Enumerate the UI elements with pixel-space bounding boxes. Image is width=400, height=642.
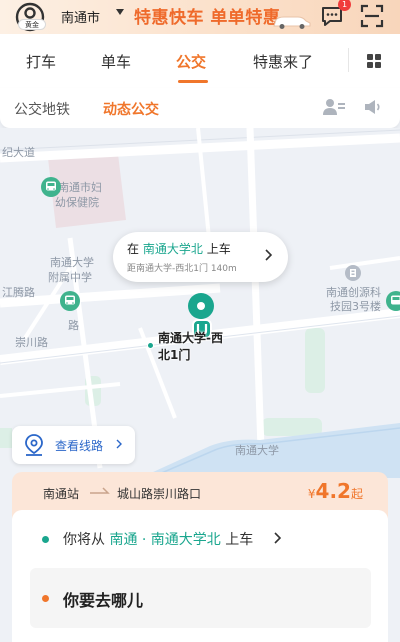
bus-stop-icon[interactable] (385, 290, 400, 312)
station-label-line1: 南通大学-西 (158, 331, 223, 345)
tab-bike[interactable]: 单车 (101, 51, 131, 72)
promo-banner-text[interactable]: 特惠快车 单单特惠 (134, 3, 280, 28)
scan-icon[interactable] (360, 4, 384, 28)
destination-placeholder: 你要去哪儿 (63, 591, 144, 610)
tab-special-offers[interactable]: 特惠来了 (253, 51, 313, 72)
pickup-station-bubble[interactable]: 在 南通大学北 上车 距南通大学-西北1门 140m (113, 232, 288, 282)
map-poi-label: 南通大学 (50, 256, 94, 269)
building-poi-icon[interactable] (344, 264, 362, 282)
speaker-icon[interactable] (364, 99, 382, 115)
tab-taxi[interactable]: 打车 (26, 51, 56, 72)
pickup-station-text: 在 南通大学北 上车 (127, 240, 231, 257)
pickup-suffix: 上车 (206, 242, 231, 256)
destination-dot (42, 595, 49, 602)
chevron-right-icon (265, 249, 272, 261)
member-level-badge: 黄金 (18, 19, 46, 30)
map-poi-label: 南通创源科 (326, 286, 381, 299)
fare-destination: 城山路崇川路口 (117, 487, 202, 501)
fare-amount: 4.2 (315, 479, 351, 503)
origin-place: 南通 · 南通大学北 (109, 532, 221, 548)
arrow-right-icon (90, 487, 110, 494)
chevron-down-icon[interactable] (116, 9, 124, 15)
chevron-right-icon (274, 532, 281, 544)
service-tab-bar: 打车 单车 公交 特惠来了 (0, 34, 400, 88)
map-poi-label: 南通市妇 (58, 181, 102, 194)
notification-badge: 1 (338, 0, 351, 11)
pickup-prefix: 在 (127, 242, 140, 256)
map-poi-label: 附属中学 (48, 271, 92, 284)
view-route-label: 查看线路 (55, 439, 104, 453)
subtab-bus-metro[interactable]: 公交地铁 (14, 99, 70, 119)
person-card-icon[interactable] (323, 98, 345, 116)
map-road-label: 江腾路 (2, 286, 35, 299)
trip-planner-card: 你将从 南通 · 南通大学北 上车 你要去哪儿 (12, 510, 388, 642)
grid-menu-icon[interactable] (367, 54, 381, 68)
top-header: 黄金 南通市 特惠快车 单单特惠 1 (0, 0, 400, 34)
map-road-label: 崇川路 (15, 336, 48, 349)
station-dot (147, 342, 154, 349)
tab-divider (348, 48, 349, 72)
origin-suffix: 上车 (225, 532, 254, 548)
bus-stop-icon[interactable] (59, 290, 81, 312)
origin-prefix: 你将从 (63, 532, 105, 548)
chevron-right-icon (116, 439, 122, 449)
tab-bus[interactable]: 公交 (176, 51, 206, 72)
destination-input[interactable]: 你要去哪儿 (30, 568, 371, 628)
fare-price: ¥4.2起 (308, 479, 363, 503)
map-road-label: 纪大道 (2, 146, 35, 159)
fare-suffix: 起 (350, 487, 363, 501)
active-tab-indicator (178, 80, 208, 83)
station-label-line2: 北1门 (158, 348, 191, 362)
map-road-label: 路 (68, 319, 79, 332)
bus-subtab-bar: 公交地铁 动态公交 (0, 88, 400, 128)
station-name-label: 南通大学-西 北1门 (158, 330, 223, 364)
pickup-distance: 距南通大学-西北1门 140m (127, 264, 237, 274)
fare-currency: ¥ (307, 487, 316, 501)
origin-selector[interactable]: 你将从 南通 · 南通大学北 上车 (63, 529, 253, 549)
subtab-dynamic-bus[interactable]: 动态公交 (103, 99, 159, 119)
bus-stop-icon[interactable] (40, 176, 62, 198)
origin-dot (42, 536, 49, 543)
car-icon (273, 16, 311, 29)
map-poi-label: 南通大学 (235, 444, 279, 457)
view-route-button[interactable]: 查看线路 (12, 426, 135, 464)
city-selector[interactable]: 南通市 (61, 7, 100, 26)
route-pin-icon (25, 434, 43, 456)
pickup-station-name: 南通大学北 (142, 242, 203, 256)
map-poi-label: 技园3号楼 (330, 300, 381, 313)
fare-origin: 南通站 (43, 487, 80, 501)
map-view[interactable]: 纪大道 南通市妇 幼保健院 南通大学 附属中学 江腾路 路 崇川路 南通创源科 … (0, 128, 400, 478)
